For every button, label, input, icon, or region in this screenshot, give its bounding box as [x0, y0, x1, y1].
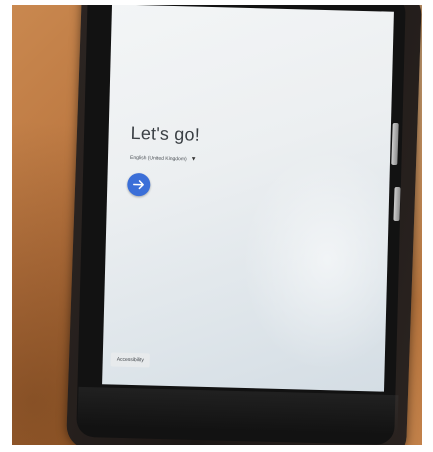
welcome-title: Let's go! — [130, 122, 201, 145]
power-button — [393, 186, 401, 222]
bezel-reflection — [77, 386, 399, 436]
language-selector[interactable]: English (United Kingdom) ▼ — [130, 155, 197, 163]
language-label: English (United Kingdom) — [129, 154, 187, 163]
next-button[interactable] — [127, 172, 151, 197]
accessibility-button[interactable]: Accessibility — [110, 352, 151, 368]
tablet-screen: Let's go! English (United Kingdom) ▼ Acc… — [102, 5, 394, 392]
photo: Let's go! English (United Kingdom) ▼ Acc… — [12, 5, 422, 445]
arrow-right-icon — [133, 180, 144, 190]
dropdown-caret-icon: ▼ — [190, 156, 197, 163]
